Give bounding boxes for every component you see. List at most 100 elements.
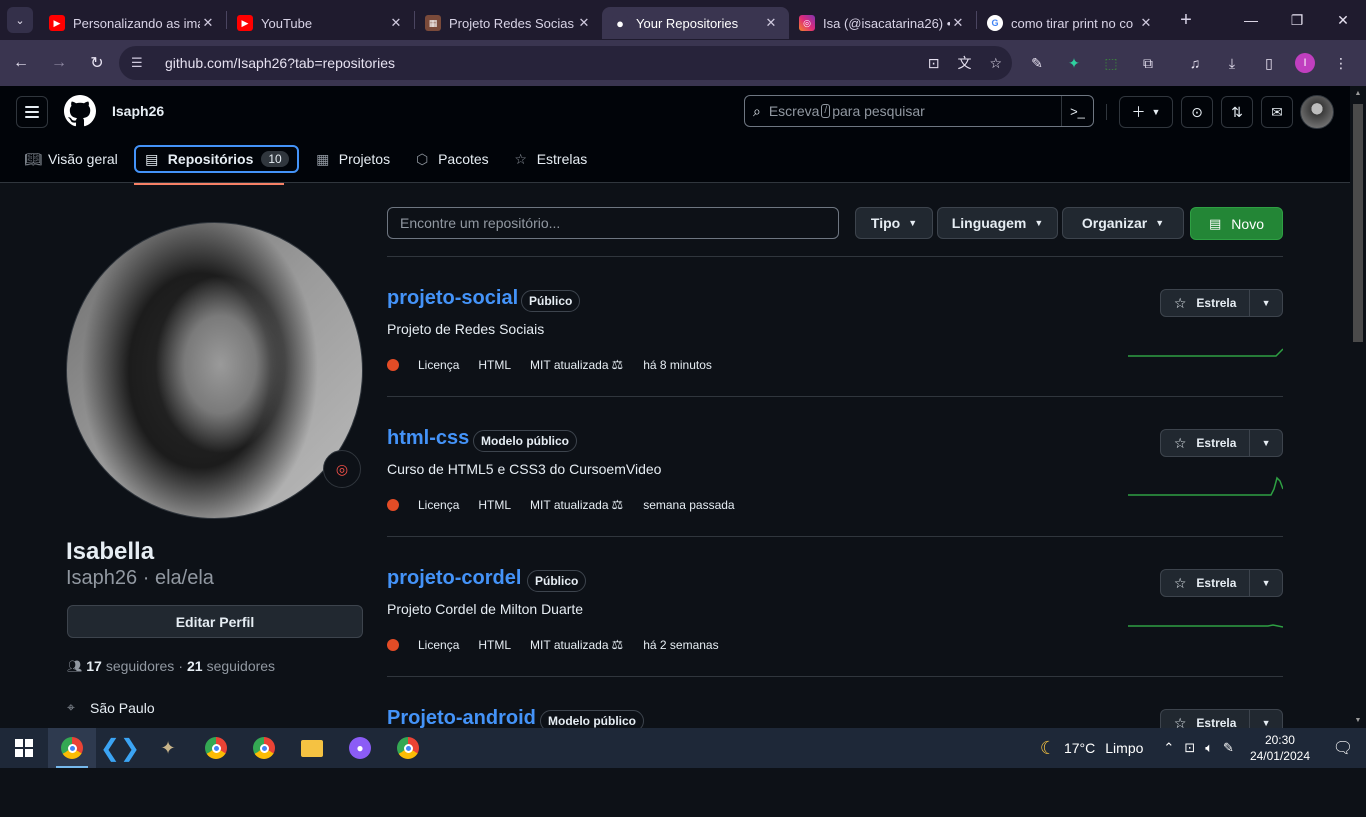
star-list-dropdown[interactable]: ▼	[1250, 290, 1282, 316]
tab-repositories[interactable]: ▤ Repositórios 10	[133, 145, 299, 173]
taskbar-chrome-4[interactable]	[384, 728, 432, 768]
menu-icon[interactable]: ⋮	[1330, 52, 1352, 74]
tab-title: Projeto Redes Socias	[449, 15, 575, 31]
star-button[interactable]: ☆ Estrela	[1161, 290, 1251, 316]
extension-icon[interactable]: ✦	[1063, 52, 1085, 74]
profile-avatar[interactable]	[66, 222, 363, 519]
tab-packages[interactable]: ⬡ Pacotes	[406, 145, 497, 173]
notification-icon[interactable]: 🗨︎	[1328, 738, 1358, 758]
install-app-icon[interactable]: ⊡	[928, 55, 940, 72]
repo-description: Curso de HTML5 e CSS3 do CursoemVideo	[387, 461, 662, 477]
browser-tab[interactable]: ▶ YouTube ✕	[227, 7, 414, 39]
browser-tab[interactable]: ▦ Projeto Redes Socias ✕	[415, 7, 602, 39]
taskbar-chrome-3[interactable]	[240, 728, 288, 768]
close-icon[interactable]: ✕	[1138, 15, 1154, 31]
browser-tab[interactable]: ▶ Personalizando as ima ✕	[39, 7, 226, 39]
following-label[interactable]: seguidores	[207, 658, 276, 674]
followers-count[interactable]: 17	[86, 658, 102, 674]
chrome-icon	[61, 737, 83, 759]
windows-start-button[interactable]	[0, 728, 48, 768]
scroll-thumb[interactable]	[1353, 104, 1363, 342]
repo-icon: ▤	[1209, 215, 1222, 231]
reload-button[interactable]: ↻	[80, 46, 114, 80]
tab-stars[interactable]: ☆ Estrelas	[505, 145, 596, 173]
repo-item: html-css Modelo público Curso de HTML5 e…	[387, 397, 1283, 537]
star-button[interactable]: ☆ Estrela	[1161, 430, 1251, 456]
repo-name-link[interactable]: projeto-cordel	[387, 567, 521, 590]
taskbar-file-explorer[interactable]	[288, 728, 336, 768]
repo-name-link[interactable]: projeto-social	[387, 287, 518, 310]
close-window-button[interactable]: ✕	[1320, 0, 1366, 40]
close-icon[interactable]: ✕	[950, 15, 966, 31]
extensions-puzzle-icon[interactable]: ⧉	[1137, 52, 1159, 74]
taskbar-game-app[interactable]: ✦	[144, 728, 192, 768]
following-count[interactable]: 21	[187, 658, 203, 674]
screenshot-icon[interactable]: ⬚	[1100, 52, 1122, 74]
download-icon[interactable]: ⤓	[1221, 52, 1243, 74]
forward-button[interactable]: →	[42, 46, 76, 80]
bookmark-star-icon[interactable]: ☆	[989, 55, 1002, 72]
scroll-down-arrow[interactable]: ▼	[1353, 717, 1363, 724]
separator: ·	[178, 658, 183, 674]
site-info-icon[interactable]: ☰	[131, 55, 151, 71]
weather-widget[interactable]: ☾ 17°C Limpo	[1040, 738, 1144, 759]
minimize-button[interactable]: —	[1228, 0, 1274, 40]
repo-name-link[interactable]: html-css	[387, 427, 469, 450]
browser-profile-avatar[interactable]: I	[1295, 53, 1315, 73]
network-icon[interactable]: ⊡	[1184, 740, 1195, 756]
taskbar-chrome-profile[interactable]	[48, 728, 96, 768]
maximize-button[interactable]: ❐	[1274, 0, 1320, 40]
create-new-button[interactable]: ＋ ▼	[1119, 96, 1173, 128]
followers-label[interactable]: seguidores	[106, 658, 175, 674]
translate-icon[interactable]: 文	[957, 53, 971, 73]
chevron-up-icon[interactable]: ⌃	[1163, 740, 1174, 756]
global-search-input[interactable]: ⌕ Escreva / para pesquisar >_	[744, 95, 1094, 127]
taskbar-chrome-2[interactable]	[192, 728, 240, 768]
language-filter-button[interactable]: Linguagem ▼	[937, 207, 1058, 239]
address-bar[interactable]: ☰ github.com/Isaph26?tab=repositories ⊡ …	[119, 46, 1012, 80]
close-icon[interactable]: ✕	[200, 15, 216, 31]
law-scale-icon: ⚖	[611, 357, 624, 372]
new-tab-button[interactable]: +	[1174, 9, 1198, 32]
new-repo-button[interactable]: ▤ Novo	[1190, 207, 1283, 240]
hamburger-menu-button[interactable]	[16, 96, 48, 128]
star-list-dropdown[interactable]: ▼	[1250, 430, 1282, 456]
star-list-dropdown[interactable]: ▼	[1250, 570, 1282, 596]
header-username[interactable]: Isaph26	[112, 103, 164, 119]
type-filter-button[interactable]: Tipo ▼	[855, 207, 933, 239]
back-button[interactable]: ←	[4, 46, 38, 80]
taskbar-vscode[interactable]: ❮❯	[96, 728, 144, 768]
selected-tab-underline	[134, 183, 284, 185]
star-icon: ☆	[1173, 574, 1187, 591]
volume-icon[interactable]: 🔈︎	[1205, 740, 1213, 756]
command-palette-icon[interactable]: >_	[1061, 96, 1093, 126]
side-panel-icon[interactable]: ▯	[1258, 52, 1280, 74]
edit-profile-button[interactable]: Editar Perfil	[67, 605, 363, 638]
star-button[interactable]: ☆ Estrela	[1161, 570, 1251, 596]
close-icon[interactable]: ✕	[763, 15, 779, 31]
tab-search-button[interactable]: ⌄	[7, 7, 33, 33]
browser-tab[interactable]: G como tirar print no co ✕	[977, 7, 1164, 39]
taskbar-github-desktop[interactable]: ●	[336, 728, 384, 768]
browser-tab[interactable]: ◎ Isa (@isacatarina26) • ✕	[789, 7, 976, 39]
repo-filter-input[interactable]: Encontre um repositório...	[387, 207, 839, 239]
taskbar-clock[interactable]: 20:30 24/01/2024	[1250, 732, 1310, 764]
close-icon[interactable]: ✕	[576, 15, 592, 31]
status-emoji-icon[interactable]: ◎	[323, 450, 361, 488]
pull-requests-icon[interactable]: ⇅	[1221, 96, 1253, 128]
github-logo-icon[interactable]	[64, 95, 96, 127]
sort-button[interactable]: Organizar ▼	[1062, 207, 1184, 239]
user-avatar[interactable]	[1300, 95, 1334, 129]
repo-name-link[interactable]: Projeto-android	[387, 707, 536, 730]
close-icon[interactable]: ✕	[388, 15, 404, 31]
browser-tab-active[interactable]: ● Your Repositories ✕	[602, 7, 789, 39]
issues-icon[interactable]: ⊙	[1181, 96, 1213, 128]
pen-icon[interactable]: ✎	[1223, 740, 1234, 756]
scroll-up-arrow[interactable]: ▲	[1353, 90, 1363, 97]
media-control-icon[interactable]: ♫	[1184, 52, 1206, 74]
tab-projects[interactable]: ▦ Projetos	[307, 145, 398, 173]
page-scrollbar[interactable]: ▲ ▼	[1350, 86, 1366, 728]
eyedropper-icon[interactable]: ✎	[1026, 52, 1048, 74]
inbox-icon[interactable]: ✉	[1261, 96, 1293, 128]
tab-overview[interactable]: 📖︎ Visão geral	[16, 145, 126, 173]
